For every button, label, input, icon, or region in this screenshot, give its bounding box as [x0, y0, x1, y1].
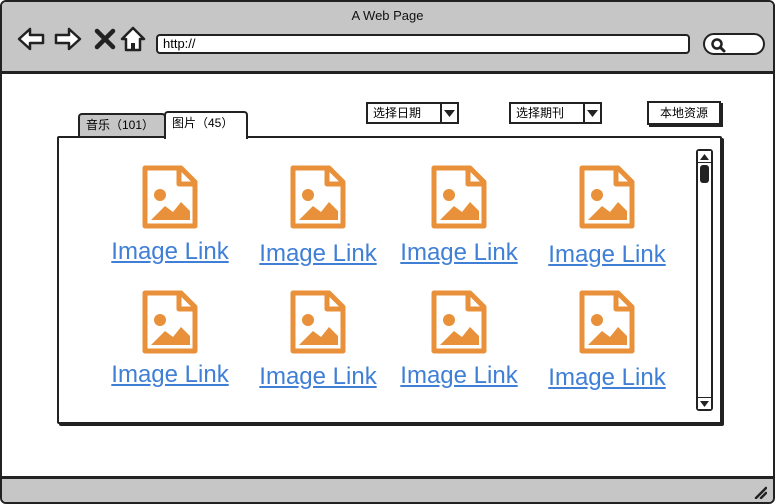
issue-select-value: 选择期刊 [516, 106, 565, 120]
list-item[interactable]: Image Link [243, 164, 393, 284]
image-link[interactable]: Image Link [243, 240, 393, 268]
image-link[interactable]: Image Link [532, 241, 682, 269]
issue-select[interactable]: 选择期刊 [509, 102, 602, 124]
browser-window: A Web Page http:// 音乐（101） 图片（45） 选择日期 选… [0, 0, 775, 504]
scroll-thumb[interactable] [700, 165, 709, 183]
chevron-down-icon [583, 104, 600, 122]
back-button[interactable] [16, 24, 46, 54]
back-arrow-icon [17, 27, 45, 51]
scroll-up-button[interactable] [698, 151, 711, 163]
address-bar[interactable]: http:// [156, 34, 690, 54]
list-item[interactable]: Image Link [95, 164, 245, 284]
search-box[interactable] [703, 33, 765, 55]
forward-arrow-icon [54, 27, 82, 51]
image-file-icon [141, 289, 199, 355]
image-file-icon [141, 164, 199, 230]
list-item[interactable]: Image Link [384, 289, 534, 409]
home-icon [120, 26, 146, 52]
image-link[interactable]: Image Link [384, 362, 534, 390]
home-button[interactable] [118, 24, 148, 54]
image-link[interactable]: Image Link [532, 364, 682, 392]
image-file-icon [289, 164, 347, 230]
date-select-value: 选择日期 [373, 106, 422, 120]
list-item[interactable]: Image Link [384, 164, 534, 284]
stop-button[interactable] [90, 24, 120, 54]
image-file-icon [578, 164, 636, 230]
list-item[interactable]: Image Link [243, 289, 393, 409]
chevron-up-icon [700, 154, 709, 160]
close-icon [94, 28, 116, 50]
tab-music[interactable]: 音乐（101） [78, 113, 166, 137]
image-file-icon [430, 289, 488, 355]
image-file-icon [578, 289, 636, 355]
image-file-icon [289, 289, 347, 355]
chevron-down-icon [700, 401, 709, 407]
image-link[interactable]: Image Link [95, 238, 245, 266]
vertical-scrollbar[interactable] [696, 149, 713, 411]
search-icon [711, 38, 726, 53]
chevron-down-icon [440, 104, 457, 122]
image-link[interactable]: Image Link [243, 363, 393, 391]
list-item[interactable]: Image Link [532, 289, 682, 409]
resize-grip-icon[interactable] [753, 485, 767, 499]
list-item[interactable]: Image Link [532, 164, 682, 284]
list-item[interactable]: Image Link [95, 289, 245, 409]
status-bar [2, 476, 773, 502]
tab-pictures[interactable]: 图片（45） [164, 111, 248, 139]
image-file-icon [430, 164, 488, 230]
image-link[interactable]: Image Link [384, 239, 534, 267]
date-select[interactable]: 选择日期 [366, 102, 459, 124]
browser-toolbar: A Web Page http:// [2, 2, 773, 74]
forward-button[interactable] [53, 24, 83, 54]
window-title: A Web Page [351, 8, 424, 23]
local-resources-button[interactable]: 本地资源 [647, 101, 721, 125]
scroll-down-button[interactable] [698, 397, 711, 409]
image-link[interactable]: Image Link [95, 361, 245, 389]
